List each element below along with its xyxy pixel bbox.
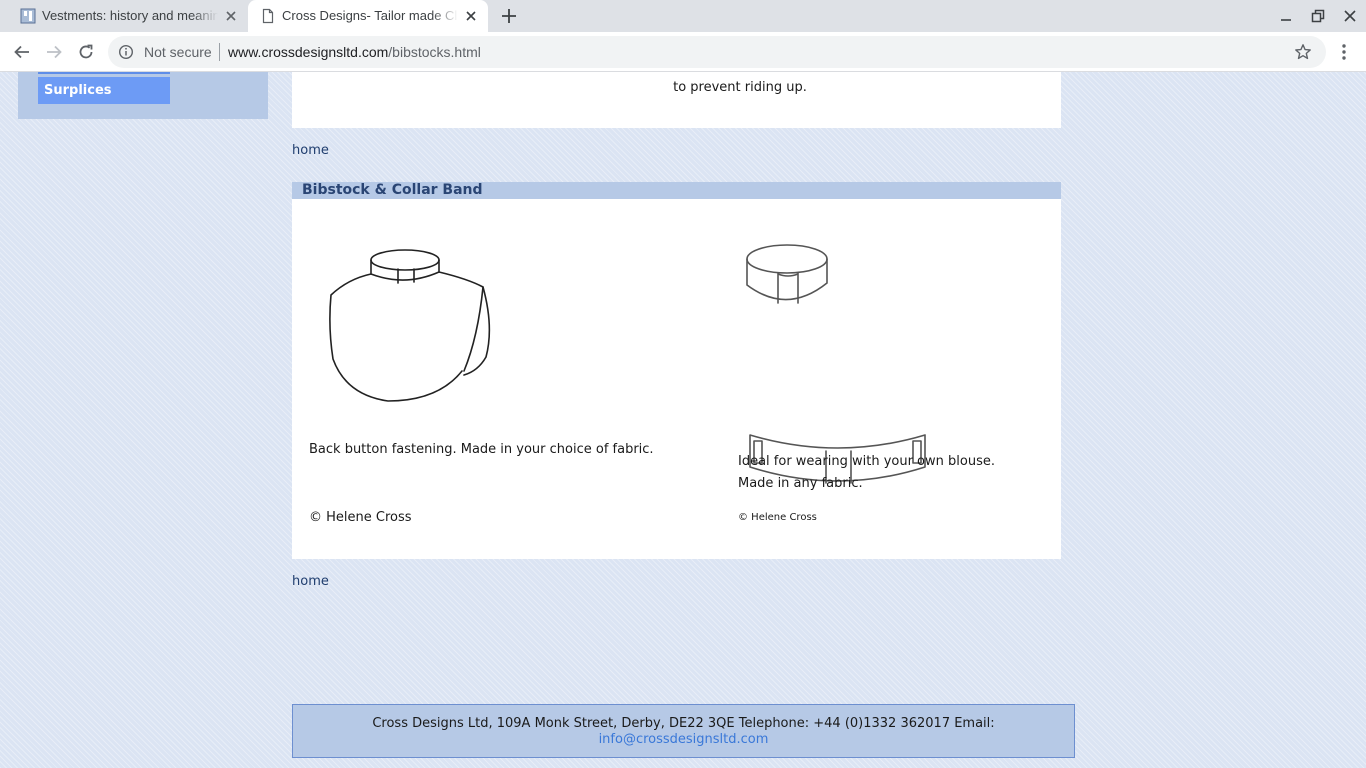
restore-icon[interactable] <box>1311 9 1325 23</box>
security-label: Not secure <box>144 44 212 60</box>
bookmark-star-icon[interactable] <box>1294 43 1312 61</box>
collar-band-caption-line1: Ideal for wearing with your own blouse. <box>738 454 995 469</box>
back-arrow-icon[interactable] <box>13 43 31 61</box>
minimize-icon[interactable] <box>1279 9 1293 23</box>
sidebar: Surplices <box>18 72 268 119</box>
address-bar[interactable]: Not secure www.crossdesignsltd.com/bibst… <box>108 36 1326 68</box>
previous-section-text: to prevent riding up. <box>673 80 807 95</box>
vestments-favicon-icon <box>20 8 36 24</box>
tab-vestments[interactable]: Vestments: history and meaning <box>8 0 248 32</box>
sidebar-divider <box>38 72 170 74</box>
new-tab-icon[interactable] <box>500 7 518 25</box>
forward-arrow-icon[interactable] <box>45 43 63 61</box>
close-icon[interactable] <box>464 9 478 23</box>
product-panel: Back button fastening. Made in your choi… <box>292 199 1061 559</box>
footer-email-link[interactable]: info@crossdesignsltd.com <box>599 732 769 747</box>
sidebar-item-surplices[interactable]: Surplices <box>38 77 170 104</box>
page-icon <box>262 8 274 24</box>
section-title: Bibstock & Collar Band <box>302 182 483 198</box>
url-path: /bibstocks.html <box>388 44 481 60</box>
menu-dots-icon[interactable] <box>1336 43 1352 61</box>
url-host: www.crossdesignsltd.com <box>228 44 389 60</box>
footer-address: Cross Designs Ltd, 109A Monk Street, Der… <box>372 716 995 731</box>
close-window-icon[interactable] <box>1343 9 1357 23</box>
reload-icon[interactable] <box>77 43 95 61</box>
tab-title: Cross Designs- Tailor made Clergy <box>282 8 458 23</box>
tab-cross-designs[interactable]: Cross Designs- Tailor made Clergy <box>248 0 488 32</box>
previous-section-panel: to prevent riding up. <box>292 72 1061 128</box>
bibstock-caption: Back button fastening. Made in your choi… <box>309 442 654 457</box>
bibstock-copyright: © Helene Cross <box>309 510 412 525</box>
info-icon[interactable] <box>118 44 134 60</box>
collar-band-caption-line2: Made in any fabric. <box>738 476 863 491</box>
bibstock-drawing <box>329 249 491 402</box>
close-icon[interactable] <box>224 9 238 23</box>
site-footer: Cross Designs Ltd, 109A Monk Street, Der… <box>292 704 1075 758</box>
browser-tab-bar: Vestments: history and meaning Cross Des… <box>0 0 1366 32</box>
tab-title: Vestments: history and meaning <box>42 8 218 23</box>
address-divider <box>219 43 220 61</box>
collar-band-drawing <box>746 244 828 304</box>
home-link[interactable]: home <box>292 143 329 158</box>
browser-toolbar: Not secure www.crossdesignsltd.com/bibst… <box>0 32 1366 72</box>
section-heading-bar: Bibstock & Collar Band <box>292 182 1061 199</box>
web-page: Surplices to prevent riding up. home Bib… <box>0 72 1366 768</box>
url-text[interactable]: www.crossdesignsltd.com/bibstocks.html <box>228 44 481 60</box>
home-link[interactable]: home <box>292 574 329 589</box>
collar-band-copyright: © Helene Cross <box>738 512 817 523</box>
